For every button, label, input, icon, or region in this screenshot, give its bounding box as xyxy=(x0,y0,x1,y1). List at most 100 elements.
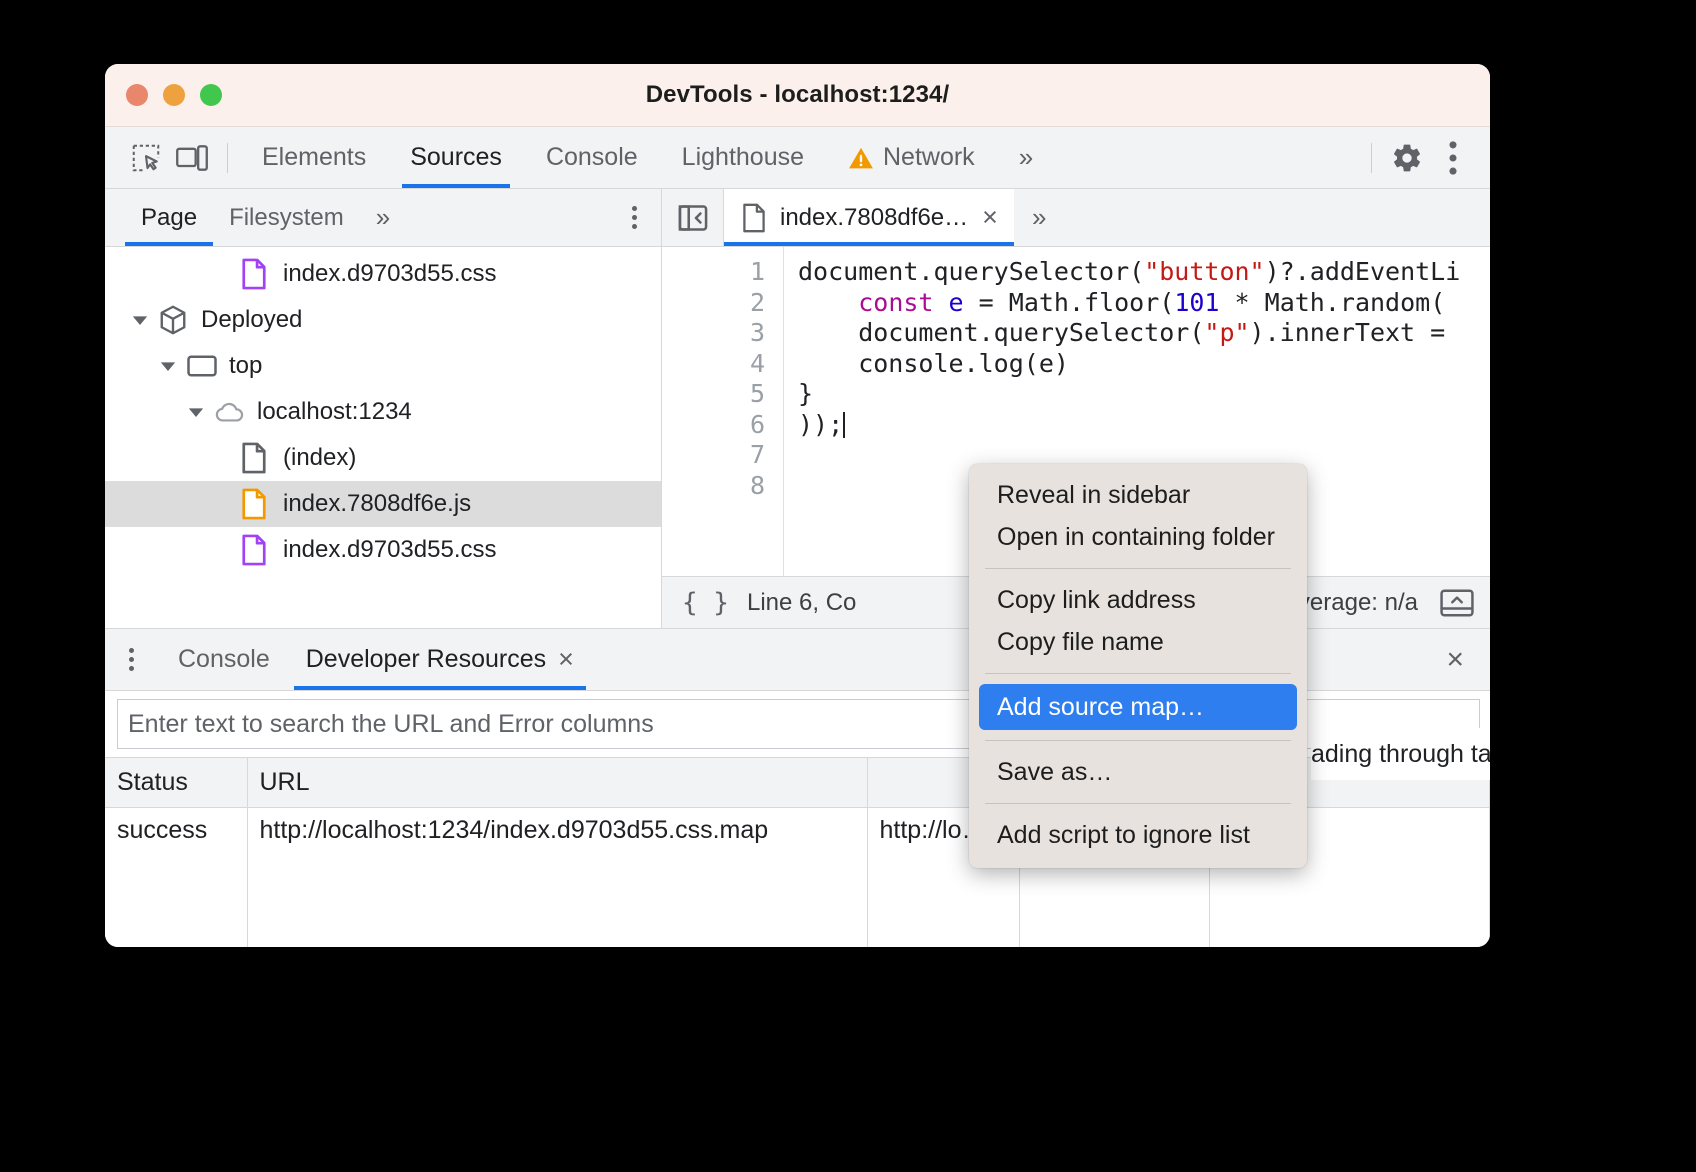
line-number: 7 xyxy=(662,440,765,471)
nav-tab-filesystem-label: Filesystem xyxy=(229,204,344,232)
navigator-more-options-button[interactable] xyxy=(632,206,637,229)
context-menu-item-label: Copy link address xyxy=(997,586,1196,615)
file-tree: index.d9703d55.css Depl xyxy=(105,247,661,628)
tree-item-label: index.d9703d55.css xyxy=(283,260,497,288)
kebab-menu-icon[interactable] xyxy=(1430,135,1476,181)
drawer-tab-console[interactable]: Console xyxy=(160,629,288,690)
context-menu-item-copy-link-address[interactable]: Copy link address xyxy=(969,579,1307,621)
tree-item-deployed[interactable]: Deployed xyxy=(105,297,661,343)
show-drawer-icon[interactable] xyxy=(1440,588,1474,618)
navigator-tabbar: Page Filesystem » xyxy=(105,189,661,247)
context-menu-item-add-source-map[interactable]: Add source map… xyxy=(979,684,1297,730)
css-file-icon xyxy=(241,533,271,567)
cell-url: http://localhost:1234/index.d9703d55.css… xyxy=(247,808,867,948)
code-line: console.log(e) xyxy=(798,349,1490,380)
context-menu-item-add-script-to-ignore-list[interactable]: Add script to ignore list xyxy=(969,814,1307,856)
devtools-window: DevTools - localhost:1234/ xyxy=(105,64,1490,947)
collapse-sidebar-icon[interactable] xyxy=(662,189,724,246)
tree-item-label: top xyxy=(229,352,262,380)
tree-item-label: Deployed xyxy=(201,306,302,334)
editor-tabs-overflow-button[interactable]: » xyxy=(1014,202,1060,233)
context-menu-item-label: Open in containing folder xyxy=(997,523,1275,552)
tree-item-css-top[interactable]: index.d9703d55.css xyxy=(105,251,661,297)
column-header-url[interactable]: URL xyxy=(247,758,867,808)
drawer-tab-developer-resources-label: Developer Resources xyxy=(306,645,546,674)
editor-file-tab[interactable]: index.7808df6e… × xyxy=(724,189,1014,246)
context-menu-separator xyxy=(985,568,1291,569)
chevron-down-icon[interactable] xyxy=(127,307,153,333)
gear-icon[interactable] xyxy=(1384,135,1430,181)
line-number: 1 xyxy=(662,257,765,288)
context-menu-item-copy-file-name[interactable]: Copy file name xyxy=(969,621,1307,663)
line-number: 3 xyxy=(662,318,765,349)
code-line: document.querySelector("p").innerText = xyxy=(798,318,1490,349)
js-file-icon xyxy=(241,487,271,521)
tree-item-css-file[interactable]: index.d9703d55.css xyxy=(105,527,661,573)
close-icon: × xyxy=(1446,643,1464,676)
line-number: 4 xyxy=(662,349,765,380)
editor-tabbar: index.7808df6e… × » xyxy=(662,189,1490,247)
cell-status: success xyxy=(105,808,247,948)
inspect-element-icon[interactable] xyxy=(123,135,169,181)
panel-tabs-overflow-button[interactable]: » xyxy=(997,127,1051,188)
frame-icon xyxy=(187,349,217,383)
context-menu-item-label: Reveal in sidebar xyxy=(997,481,1190,510)
chevron-down-icon[interactable] xyxy=(183,399,209,425)
code-line: )); xyxy=(798,410,1490,441)
context-menu-item-label: Copy file name xyxy=(997,628,1164,657)
chevron-double-right-icon: » xyxy=(376,202,386,233)
tab-elements[interactable]: Elements xyxy=(240,127,388,188)
drawer-tab-developer-resources[interactable]: Developer Resources × xyxy=(288,629,592,690)
tree-item-top[interactable]: top xyxy=(105,343,661,389)
tab-network-label: Network xyxy=(883,143,975,172)
toolbar-right-group xyxy=(1359,135,1476,181)
editor-file-tab-label: index.7808df6e… xyxy=(780,204,968,232)
nav-tab-filesystem[interactable]: Filesystem xyxy=(213,189,360,246)
toolbar-divider xyxy=(227,143,228,173)
tab-elements-label: Elements xyxy=(262,143,366,172)
window-titlebar: DevTools - localhost:1234/ xyxy=(105,64,1490,127)
chevron-double-right-icon: » xyxy=(1032,202,1042,232)
tree-item-label: (index) xyxy=(283,444,356,472)
tab-lighthouse[interactable]: Lighthouse xyxy=(660,127,826,188)
tab-console[interactable]: Console xyxy=(524,127,660,188)
close-drawer-button[interactable]: × xyxy=(1446,643,1464,677)
context-menu-item-open-in-containing-folder[interactable]: Open in containing folder xyxy=(969,516,1307,558)
column-header-status[interactable]: Status xyxy=(105,758,247,808)
cursor-position-label: Line 6, Co xyxy=(747,589,856,617)
nav-tab-page-label: Page xyxy=(141,204,197,232)
document-file-icon xyxy=(241,441,271,475)
chevron-down-icon[interactable] xyxy=(155,353,181,379)
window-title: DevTools - localhost:1234/ xyxy=(105,81,1490,109)
context-menu-item-label: Add source map… xyxy=(997,693,1204,722)
css-file-icon xyxy=(241,257,271,291)
context-menu-item-reveal-in-sidebar[interactable]: Reveal in sidebar xyxy=(969,474,1307,516)
tab-network[interactable]: Network xyxy=(826,127,997,188)
context-menu-separator xyxy=(985,803,1291,804)
toolbar-divider-right xyxy=(1371,143,1372,173)
row-tooltip-text: ading through target xyxy=(1311,728,1490,780)
warning-triangle-icon xyxy=(848,146,874,170)
tree-item-label: localhost:1234 xyxy=(257,398,412,426)
context-menu-item-save-as[interactable]: Save as… xyxy=(969,751,1307,793)
tree-item-index-document[interactable]: (index) xyxy=(105,435,661,481)
document-file-icon xyxy=(742,203,766,233)
tree-item-js-file[interactable]: index.7808df6e.js xyxy=(105,481,661,527)
pretty-print-icon[interactable]: { } xyxy=(682,588,729,618)
code-line: document.querySelector("button")?.addEve… xyxy=(798,257,1490,288)
tree-item-label: index.d9703d55.css xyxy=(283,536,497,564)
close-icon[interactable]: × xyxy=(982,204,998,231)
close-icon[interactable]: × xyxy=(558,646,574,673)
context-menu-separator xyxy=(985,673,1291,674)
device-toolbar-icon[interactable] xyxy=(169,135,215,181)
tab-lighthouse-label: Lighthouse xyxy=(682,143,804,172)
code-line: const e = Math.floor(101 * Math.random( xyxy=(798,288,1490,319)
tab-sources[interactable]: Sources xyxy=(388,127,524,188)
nav-tab-page[interactable]: Page xyxy=(125,189,213,246)
context-menu-item-label: Add script to ignore list xyxy=(997,821,1250,850)
chevron-double-right-icon: » xyxy=(1019,142,1029,173)
tree-item-origin[interactable]: localhost:1234 xyxy=(105,389,661,435)
navigator-tabs-overflow-button[interactable]: » xyxy=(360,189,402,246)
devtools-panel-tabs: Elements Sources Console Lighthouse xyxy=(240,127,1051,188)
kebab-menu-icon[interactable] xyxy=(129,648,134,671)
